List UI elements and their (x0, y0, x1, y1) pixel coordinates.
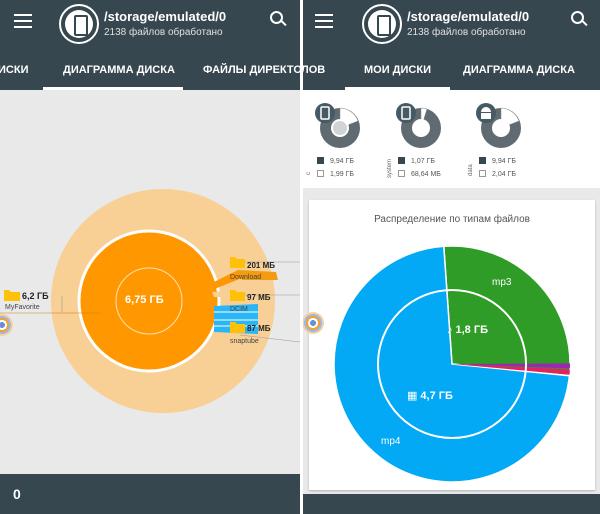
disk2-free: 68,64 МБ (398, 170, 441, 178)
device-storage-icon (362, 4, 402, 44)
tab-disk-diagram[interactable]: ДИАГРАММА ДИСКА (463, 64, 575, 76)
files-processed: 2138 файлов обработано (104, 27, 223, 38)
callout-dcim-size: 97 МБ (247, 293, 271, 302)
path-title: /storage/emulated/0 (407, 9, 530, 24)
tab-directory-files[interactable]: ФАЙЛЫ ДИРЕКТОРИ (203, 64, 300, 76)
app-bar: /storage/emulated/0 2138 файлов обработа… (0, 0, 300, 52)
disk1-name: c (306, 172, 312, 175)
disk2-name: system (387, 158, 393, 178)
bottom-bar: 0 (0, 474, 300, 514)
disk3-free: 2,04 ГБ (479, 170, 516, 178)
callout-download-name: Download (230, 274, 262, 281)
mp4-outer-label: mp4 (381, 436, 401, 447)
folder-icon (4, 290, 20, 301)
tab-directory-files[interactable]: ЛОВ (303, 64, 325, 76)
file-types-card: Распределение по типам файлов mp3 mp4 ♪ 1… (309, 200, 595, 490)
mp4-inner-label: ▦ 4,7 ГБ (407, 390, 453, 402)
search-icon[interactable] (270, 11, 288, 29)
file-types-pie-chart (333, 245, 571, 483)
tab-my-disks[interactable]: МОИ ДИСКИ (364, 64, 431, 76)
left-screen: 6,75 ГБ 6,2 ГБ MyFavorite 201 МБ Downloa… (0, 0, 300, 514)
menu-icon[interactable] (14, 14, 32, 28)
mp3-outer-label: mp3 (492, 277, 512, 288)
tab-bar: ЛОВ МОИ ДИСКИ ДИАГРАММА ДИСКА (303, 52, 600, 90)
back-navigation-ring[interactable] (303, 312, 324, 334)
tab-disk-diagram[interactable]: ДИАГРАММА ДИСКА (63, 64, 175, 76)
disk3-used: 9,94 ГБ (479, 157, 516, 165)
tab-bar: ИСКИ ДИАГРАММА ДИСКА ФАЙЛЫ ДИРЕКТОРИ (0, 52, 300, 90)
callout-snaptube-name: snaptube (230, 338, 259, 345)
search-icon[interactable] (571, 11, 589, 29)
callout-download-size: 201 МБ (247, 261, 275, 270)
active-tab-indicator (43, 87, 183, 90)
mp3-inner-label: ♪ 1,8 ГБ (447, 324, 488, 336)
disk1-used: 9,94 ГБ (317, 157, 354, 165)
files-processed: 2138 файлов обработано (407, 27, 526, 38)
path-title: /storage/emulated/0 (104, 9, 227, 24)
disk1-free: 1,99 ГБ (317, 170, 354, 178)
music-note-icon: ♪ (447, 324, 453, 336)
phone-icon (396, 103, 416, 123)
callout-myfavorite-size: 6,2 ГБ (22, 291, 49, 301)
bottom-strip (303, 494, 600, 514)
tab-disks[interactable]: ИСКИ (0, 64, 28, 76)
app-bar: /storage/emulated/0 2138 файлов обработа… (303, 0, 600, 52)
right-screen: /storage/emulated/0 2138 файлов обработа… (303, 0, 600, 514)
disk3-name: data (468, 164, 474, 176)
callout-myfavorite-name: MyFavorite (5, 304, 40, 311)
disk2-used: 1,07 ГБ (398, 157, 435, 165)
phone-icon (315, 103, 335, 123)
menu-icon[interactable] (315, 14, 333, 28)
callout-snaptube-size: 87 МБ (247, 324, 271, 333)
android-icon (476, 103, 496, 123)
callout-dcim-name: DCIM (230, 306, 248, 313)
pie-slice-mp3[interactable] (442, 245, 571, 377)
center-size-label: 6,75 ГБ (125, 294, 164, 306)
video-icon: ▦ (407, 390, 418, 402)
device-storage-icon (59, 4, 99, 44)
disks-card: 9,94 ГБ 1,99 ГБ c 1,07 ГБ 68,64 МБ syste… (303, 90, 600, 188)
selection-count: 0 (13, 486, 21, 502)
